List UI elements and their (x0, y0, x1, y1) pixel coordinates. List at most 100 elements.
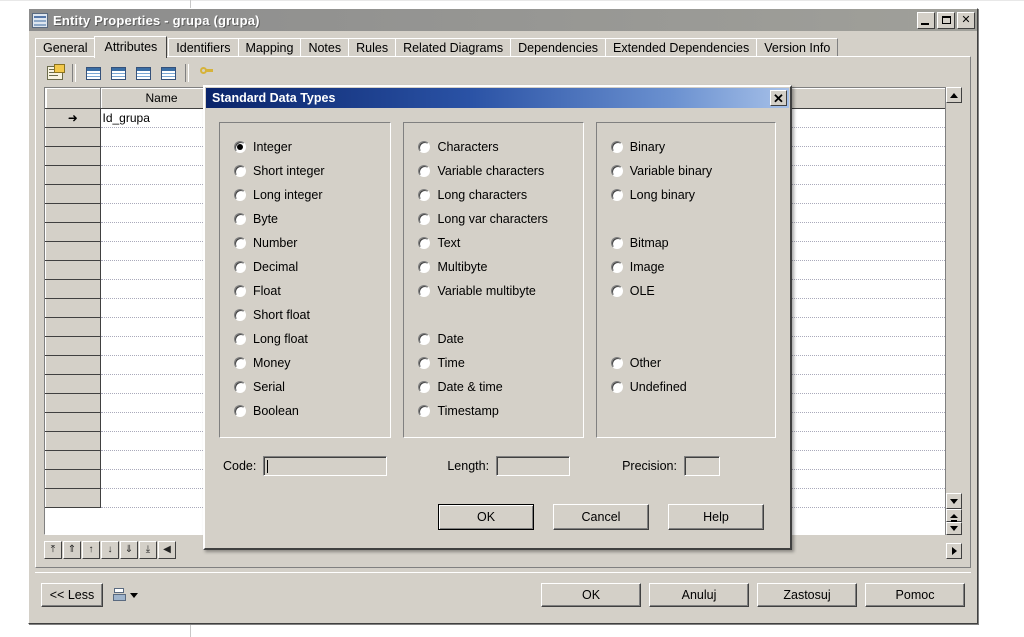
grid-corner-header[interactable] (45, 88, 101, 109)
radio-indicator[interactable] (610, 165, 623, 177)
radio-indicator[interactable] (418, 189, 431, 201)
radio-indicator[interactable] (418, 213, 431, 225)
radio-indicator[interactable] (418, 333, 431, 345)
radio-indicator[interactable] (418, 381, 431, 393)
radio-indicator[interactable] (418, 165, 431, 177)
split-down-button[interactable] (946, 522, 962, 535)
radio-indicator[interactable] (234, 405, 246, 417)
properties-icon[interactable] (44, 62, 66, 84)
page-down-button[interactable]: ⇓ (120, 541, 138, 559)
radio-float[interactable]: Float (234, 279, 390, 303)
next-record-button[interactable]: ↓ (101, 541, 119, 559)
page-up-button[interactable]: ⇑ (63, 541, 81, 559)
maximize-button[interactable] (937, 11, 955, 29)
radio-integer[interactable]: Integer (234, 135, 390, 159)
scroll-left-button[interactable]: ◀ (158, 541, 176, 559)
row-indicator[interactable] (45, 279, 101, 299)
row-indicator[interactable] (45, 412, 101, 432)
radio-money[interactable]: Money (234, 351, 390, 375)
split-up-button[interactable] (946, 509, 962, 522)
radio-indicator[interactable] (234, 309, 246, 321)
radio-indicator[interactable] (418, 405, 431, 417)
radio-indicator[interactable] (418, 285, 431, 297)
grid-horizontal-scrollbar[interactable] (946, 543, 962, 559)
radio-indicator[interactable] (418, 357, 431, 369)
window-titlebar[interactable]: Entity Properties - grupa (grupa) ✕ (29, 9, 977, 31)
dialog-ok-button[interactable]: OK (438, 504, 534, 530)
radio-undefined[interactable]: Undefined (610, 375, 775, 399)
row-indicator[interactable] (45, 336, 101, 356)
tab-attributes[interactable]: Attributes (94, 36, 168, 58)
row-indicator[interactable] (45, 298, 101, 318)
add-table-icon[interactable] (107, 62, 129, 84)
dialog-help-button[interactable]: Help (668, 504, 764, 530)
radio-long-characters[interactable]: Long characters (418, 183, 582, 207)
row-indicator[interactable] (45, 260, 101, 280)
radio-other[interactable]: Other (610, 351, 775, 375)
radio-indicator[interactable] (418, 237, 431, 249)
row-indicator[interactable] (45, 184, 101, 204)
radio-indicator[interactable] (610, 285, 623, 297)
radio-binary[interactable]: Binary (610, 135, 775, 159)
radio-bitmap[interactable]: Bitmap (610, 231, 775, 255)
radio-decimal[interactable]: Decimal (234, 255, 390, 279)
radio-indicator[interactable] (234, 189, 246, 201)
cancel-button[interactable]: Anuluj (649, 583, 749, 607)
row-indicator[interactable] (45, 374, 101, 394)
radio-indicator[interactable] (418, 261, 431, 273)
radio-indicator[interactable] (610, 237, 623, 249)
radio-number[interactable]: Number (234, 231, 390, 255)
row-indicator[interactable] (45, 146, 101, 166)
dialog-titlebar[interactable]: Standard Data Types ✕ (206, 88, 789, 108)
row-indicator[interactable] (45, 450, 101, 470)
radio-boolean[interactable]: Boolean (234, 399, 390, 423)
radio-long-binary[interactable]: Long binary (610, 183, 775, 207)
apply-button[interactable]: Zastosuj (757, 583, 857, 607)
print-icon[interactable] (113, 588, 126, 602)
row-indicator[interactable] (45, 317, 101, 337)
previous-record-button[interactable]: ↑ (82, 541, 100, 559)
chevron-down-icon[interactable] (130, 592, 138, 598)
tab-related-diagrams[interactable]: Related Diagrams (395, 38, 512, 57)
row-indicator[interactable] (45, 393, 101, 413)
radio-short-float[interactable]: Short float (234, 303, 390, 327)
less-button[interactable]: << Less (41, 583, 103, 607)
radio-indicator[interactable] (234, 237, 246, 249)
row-indicator[interactable] (45, 127, 101, 147)
radio-date-time[interactable]: Date & time (418, 375, 582, 399)
grid-vertical-scrollbar[interactable] (945, 87, 962, 535)
dialog-cancel-button[interactable]: Cancel (553, 504, 649, 530)
radio-serial[interactable]: Serial (234, 375, 390, 399)
radio-indicator[interactable] (234, 381, 246, 393)
help-button[interactable]: Pomoc (865, 583, 965, 607)
radio-short-integer[interactable]: Short integer (234, 159, 390, 183)
radio-indicator[interactable] (234, 357, 246, 369)
first-record-button[interactable]: ⤒ (44, 541, 62, 559)
minimize-button[interactable] (917, 11, 935, 29)
row-indicator[interactable] (45, 469, 101, 489)
tab-version-info[interactable]: Version Info (756, 38, 839, 57)
insert-row-icon[interactable] (82, 62, 104, 84)
radio-variable-binary[interactable]: Variable binary (610, 159, 775, 183)
radio-indicator[interactable] (234, 261, 246, 273)
radio-text[interactable]: Text (418, 231, 582, 255)
row-indicator[interactable] (45, 165, 101, 185)
print-dropdown[interactable] (113, 588, 138, 602)
radio-indicator[interactable] (610, 189, 623, 201)
scroll-right-button[interactable] (946, 543, 962, 559)
tab-rules[interactable]: Rules (348, 38, 397, 57)
radio-long-float[interactable]: Long float (234, 327, 390, 351)
length-input[interactable] (496, 456, 571, 476)
radio-indicator[interactable] (234, 141, 246, 153)
radio-indicator[interactable] (234, 213, 246, 225)
radio-multibyte[interactable]: Multibyte (418, 255, 582, 279)
radio-indicator[interactable] (234, 333, 246, 345)
tab-extended-dependencies[interactable]: Extended Dependencies (605, 38, 758, 57)
tab-general[interactable]: General (35, 38, 96, 57)
radio-indicator[interactable] (234, 285, 246, 297)
tab-dependencies[interactable]: Dependencies (510, 38, 607, 57)
code-input[interactable] (263, 456, 388, 476)
row-indicator[interactable] (45, 488, 101, 508)
radio-timestamp[interactable]: Timestamp (418, 399, 582, 423)
radio-time[interactable]: Time (418, 351, 582, 375)
